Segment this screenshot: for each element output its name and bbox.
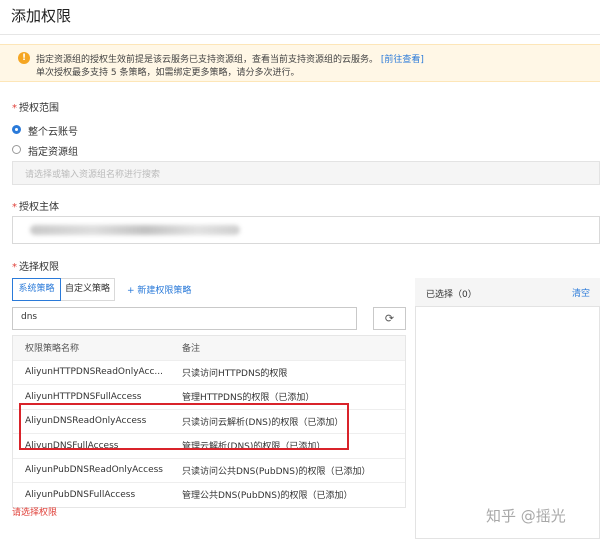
tab-system-policy[interactable]: 系统策略 [12,278,61,301]
policy-note: 管理HTTPDNS的权限（已添加） [170,390,405,403]
policy-search-input[interactable]: dns [12,307,357,330]
policy-note: 只读访问公共DNS(PubDNS)的权限（已添加） [170,464,405,477]
refresh-icon: ⟳ [385,312,394,325]
table-row[interactable]: AliyunPubDNSFullAccess 管理公共DNS(PubDNS)的权… [13,483,405,507]
permissions-label: 选择权限 [19,262,59,273]
highlight-annotation-box [19,403,349,450]
table-header-row: 权限策略名称 备注 [13,336,405,361]
policy-note: 只读访问HTTPDNS的权限 [170,366,405,379]
policy-name: AliyunHTTPDNSReadOnlyAcc... [13,367,170,377]
blurred-principal-value [30,225,240,235]
radio-entire-account-label[interactable]: 整个云账号 [28,123,78,138]
required-mark: * [12,262,17,273]
plus-icon: + [127,286,137,296]
notice-text: 指定资源组的授权生效前提是该云服务已支持资源组，查看当前支持资源组的云服务。 [36,55,378,65]
tab-custom-policy[interactable]: 自定义策略 [61,278,115,301]
principal-section-label: *授权主体 [12,198,59,213]
policy-name: AliyunPubDNSReadOnlyAccess [13,465,170,475]
warning-icon: ! [18,52,30,64]
radio-entire-account[interactable] [12,125,21,134]
notice-link[interactable]: [前往查看] [381,55,424,65]
selected-panel [415,278,600,539]
scope-label: 授权范围 [19,103,59,114]
clear-selection-link[interactable]: 清空 [572,286,590,299]
notice-line-1: 指定资源组的授权生效前提是该云服务已支持资源组，查看当前支持资源组的云服务。 [… [36,52,424,65]
watermark: 知乎 @摇光 [486,505,566,526]
table-row[interactable]: AliyunPubDNSReadOnlyAccess 只读访问公共DNS(Pub… [13,459,405,484]
policy-name: AliyunHTTPDNSFullAccess [13,392,170,402]
permissions-section-label: *选择权限 [12,258,59,273]
new-policy-link[interactable]: + 新建权限策略 [127,283,191,296]
radio-resource-group[interactable] [12,145,21,154]
resource-group-select: 请选择或输入资源组名称进行搜索 [12,161,600,185]
required-mark: * [12,202,17,213]
required-mark: * [12,103,17,114]
radio-resource-group-label[interactable]: 指定资源组 [28,143,78,158]
policy-name: AliyunPubDNSFullAccess [13,490,170,500]
new-policy-label: 新建权限策略 [137,286,191,296]
notice-line-2: 单次授权最多支持 5 条策略，如需绑定更多策略，请分多次进行。 [36,65,299,78]
column-header-name: 权限策略名称 [13,341,170,354]
validation-error: 请选择权限 [12,505,57,518]
table-row[interactable]: AliyunHTTPDNSReadOnlyAcc... 只读访问HTTPDNS的… [13,361,405,386]
refresh-button[interactable]: ⟳ [373,307,406,330]
column-header-note: 备注 [170,341,405,354]
scope-section-label: *授权范围 [12,99,59,114]
selected-count-label: 已选择（0） [426,287,477,300]
principal-label: 授权主体 [19,202,59,213]
policy-note: 管理公共DNS(PubDNS)的权限（已添加） [170,488,405,501]
page-title: 添加权限 [11,5,71,26]
title-divider [0,34,600,35]
